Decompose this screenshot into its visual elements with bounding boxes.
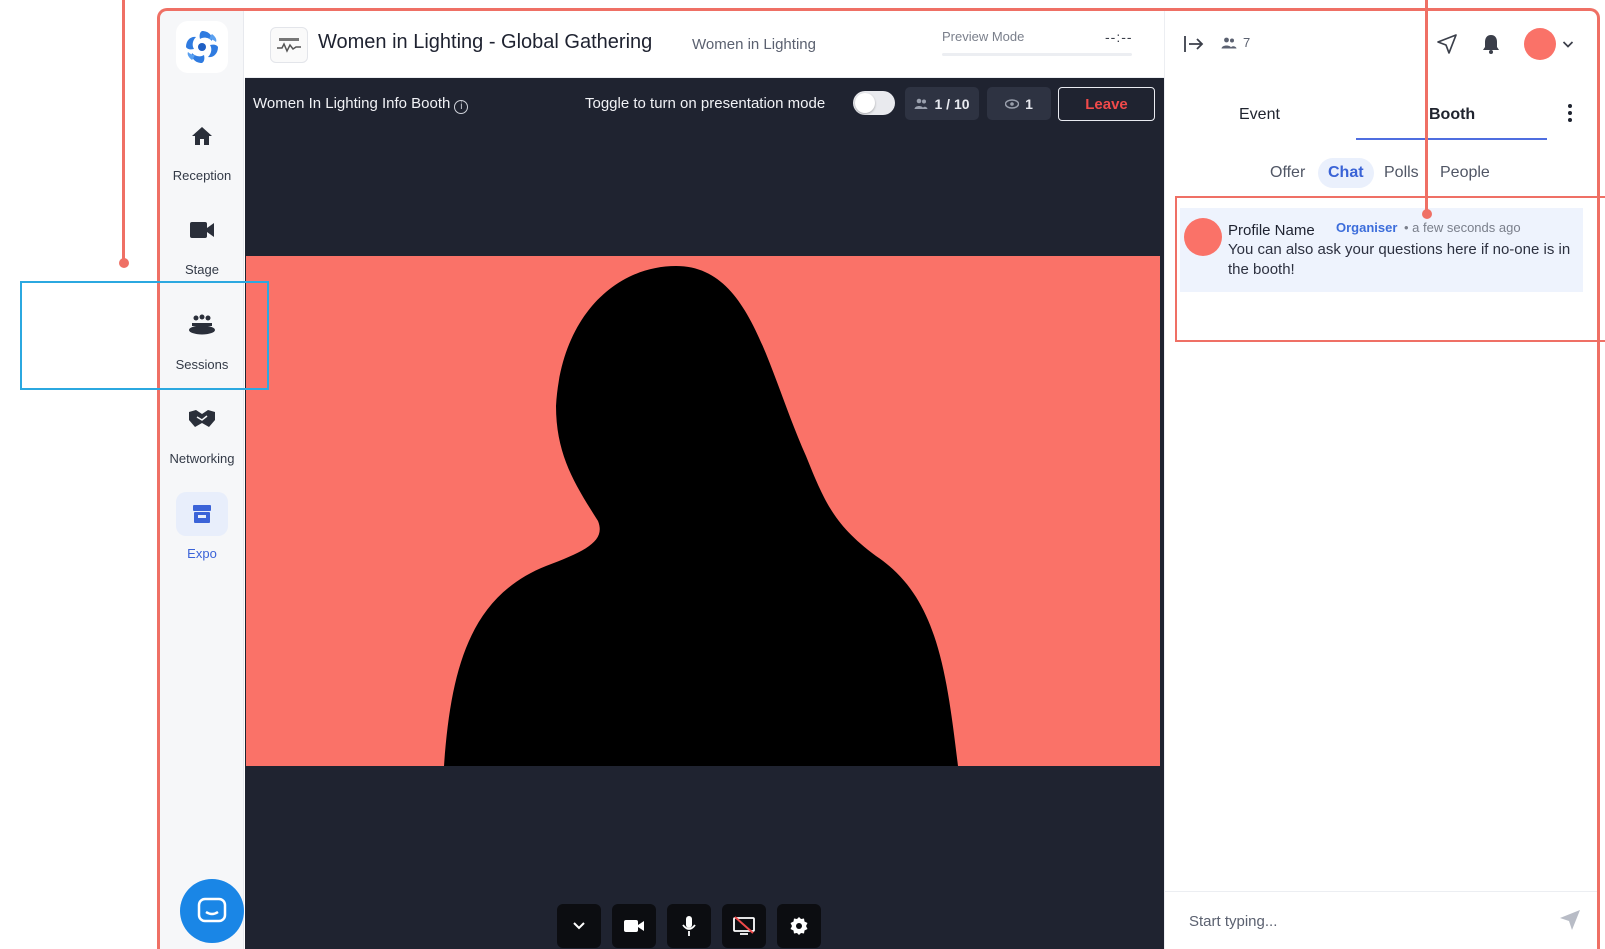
sidebar-nav: Reception Stage Sessions Networking Expo: [160, 11, 244, 949]
annotation-dot-left: [119, 258, 129, 268]
camera-toggle-button[interactable]: [612, 904, 656, 948]
message-text: You can also ask your questions here if …: [1228, 241, 1571, 278]
more-options-button[interactable]: [557, 904, 601, 948]
people-icon: [1221, 37, 1237, 48]
nav-label: Sessions: [175, 357, 229, 372]
chevron-down-icon: [573, 922, 585, 930]
nav-label: Reception: [172, 168, 232, 183]
handshake-icon: [176, 397, 228, 441]
countdown-timer: --:--: [1105, 29, 1133, 45]
app-window: Reception Stage Sessions Networking Expo: [0, 0, 1605, 949]
microphone-toggle-button[interactable]: [667, 904, 711, 948]
subtab-chat[interactable]: Chat: [1318, 158, 1374, 188]
top-header: Women in Lighting - Global Gathering Wom…: [245, 11, 1164, 78]
annotation-leader-line-right: [1425, 0, 1428, 214]
organization-name: Women in Lighting: [692, 36, 816, 53]
bell-icon[interactable]: [1481, 33, 1501, 55]
video-camera-icon: [176, 208, 228, 252]
viewers-badge: 1: [987, 87, 1051, 120]
capacity-badge: 1 / 10: [905, 87, 979, 120]
screen-share-button[interactable]: [722, 904, 766, 948]
collapse-panel-icon[interactable]: [1183, 34, 1205, 54]
viewers-count: 1: [1025, 95, 1033, 112]
gear-icon: [790, 917, 808, 935]
sender-avatar[interactable]: [1184, 218, 1222, 256]
sender-role-badge: Organiser: [1336, 220, 1398, 235]
annotation-dot-right: [1422, 209, 1432, 219]
chevron-down-icon[interactable]: [1562, 40, 1574, 49]
subtab-offer[interactable]: Offer: [1270, 164, 1305, 182]
nav-item-sessions[interactable]: Sessions: [160, 303, 244, 372]
chat-message: Profile Name Organiser • a few seconds a…: [1180, 208, 1583, 292]
home-icon: [176, 114, 228, 158]
participant-video-feed: [246, 256, 1160, 766]
nav-item-stage[interactable]: Stage: [160, 208, 244, 277]
presentation-toggle-label: Toggle to turn on presentation mode: [585, 95, 826, 112]
user-avatar[interactable]: [1524, 28, 1556, 60]
preview-progress-track: [942, 53, 1132, 56]
leave-button[interactable]: Leave: [1058, 87, 1155, 121]
support-chat-button[interactable]: [180, 879, 244, 943]
subtab-polls[interactable]: Polls: [1384, 164, 1419, 182]
annotation-leader-line-left: [122, 0, 125, 262]
event-title: Women in Lighting - Global Gathering: [318, 31, 653, 53]
side-panel: 7 Event Booth Offer Chat Polls People Pr…: [1164, 11, 1598, 949]
eye-icon: [1005, 98, 1020, 109]
capacity-text: 1 / 10: [934, 95, 970, 112]
camera-icon: [624, 920, 644, 932]
storefront-icon: [176, 492, 228, 536]
chat-bubble-icon: [197, 897, 227, 923]
person-silhouette: [444, 266, 958, 766]
people-group-icon: [176, 303, 228, 347]
booth-name-text: Women In Lighting Info Booth: [253, 95, 451, 112]
attendee-count-text: 7: [1243, 35, 1251, 50]
booth-subtabs: Offer Chat Polls People: [1165, 154, 1598, 196]
nav-label: Stage: [185, 262, 219, 277]
subtab-people[interactable]: People: [1440, 164, 1490, 182]
settings-button[interactable]: [777, 904, 821, 948]
preview-mode-label: Preview Mode: [942, 29, 1025, 44]
booth-video-area: Women In Lighting Info Booth i Toggle to …: [245, 78, 1164, 949]
chat-composer: [1165, 891, 1598, 949]
nav-item-expo[interactable]: Expo: [160, 492, 244, 561]
message-timestamp: • a few seconds ago: [1404, 220, 1521, 235]
send-message-icon[interactable]: [1436, 33, 1458, 55]
tab-booth[interactable]: Booth: [1429, 106, 1475, 124]
swirl-logo-icon: [186, 31, 218, 63]
tab-event[interactable]: Event: [1239, 106, 1280, 124]
app-logo[interactable]: [176, 21, 228, 73]
kebab-menu-icon[interactable]: [1567, 103, 1573, 123]
presentation-mode-toggle[interactable]: [853, 91, 895, 115]
people-icon: [914, 98, 928, 109]
attendee-count[interactable]: 7: [1221, 35, 1250, 50]
send-icon[interactable]: [1558, 908, 1582, 932]
panel-top-bar: 7: [1165, 11, 1598, 78]
panel-tabs: Event Booth: [1165, 89, 1598, 141]
chat-input[interactable]: [1189, 906, 1529, 936]
nav-label: Expo: [187, 546, 217, 561]
nav-item-networking[interactable]: Networking: [160, 397, 244, 466]
sender-name[interactable]: Profile Name: [1228, 222, 1315, 239]
info-icon[interactable]: i: [454, 100, 469, 114]
microphone-icon: [682, 916, 696, 936]
active-tab-indicator: [1356, 138, 1547, 140]
screen-share-off-icon: [733, 916, 755, 935]
nav-label: Networking: [169, 451, 235, 466]
waveform-logo-icon: [277, 38, 301, 53]
booth-title: Women In Lighting Info Booth i: [253, 95, 469, 114]
booth-toolbar: Women In Lighting Info Booth i Toggle to …: [245, 78, 1164, 128]
nav-item-reception[interactable]: Reception: [160, 114, 244, 183]
event-logo: [270, 27, 308, 63]
